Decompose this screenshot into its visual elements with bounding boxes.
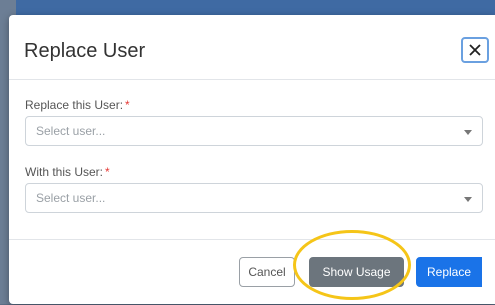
close-button[interactable] [461,37,489,63]
replace-user-label: Replace this User: * [25,98,130,112]
chevron-down-icon [464,130,472,135]
dialog-footer: Cancel Show Usage Replace [9,239,495,305]
dialog-header: Replace User [9,15,495,80]
replace-user-label-text: Replace this User: [25,98,124,112]
required-mark: * [105,165,110,179]
with-user-label-text: With this User: [25,165,104,179]
cancel-button[interactable]: Cancel [239,257,295,287]
replace-user-dialog: Replace User Replace this User: * Select … [9,15,495,304]
with-user-placeholder: Select user... [36,191,106,205]
chevron-down-icon [464,197,472,202]
show-usage-button[interactable]: Show Usage [309,257,404,287]
required-mark: * [125,98,130,112]
dialog-title: Replace User [24,40,146,62]
replace-user-select[interactable]: Select user... [25,116,483,146]
backdrop-stripe [0,0,495,16]
replace-button[interactable]: Replace [416,257,482,287]
close-icon [469,44,481,56]
with-user-label: With this User: * [25,165,110,179]
with-user-select[interactable]: Select user... [25,183,483,213]
replace-user-placeholder: Select user... [36,124,106,138]
